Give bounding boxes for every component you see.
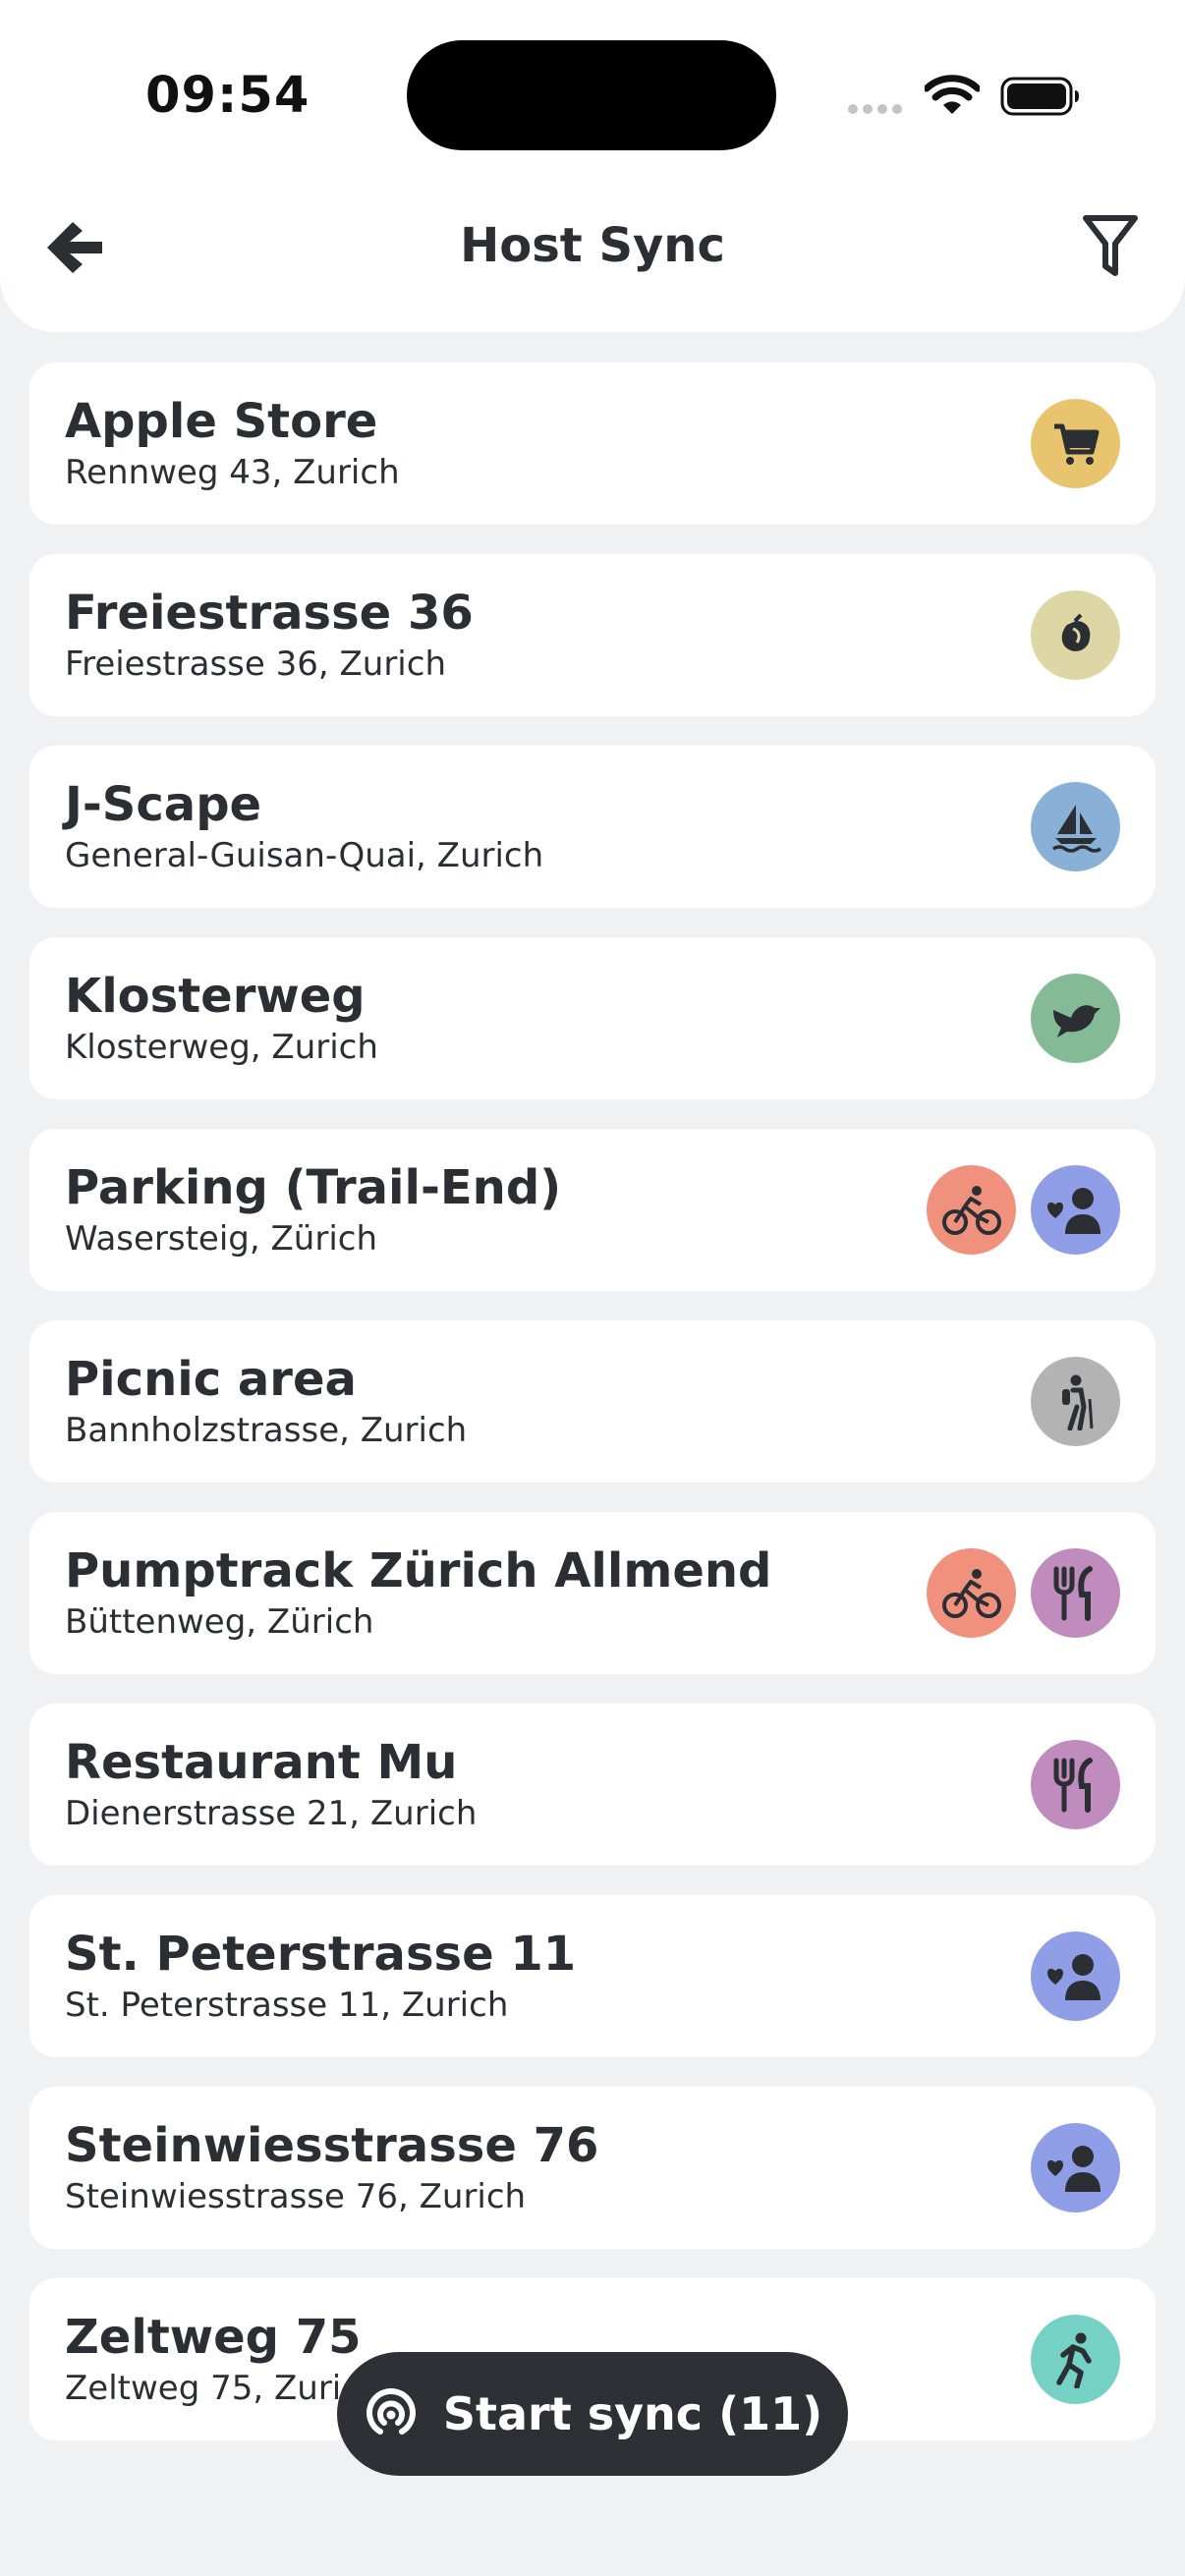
location-name: Parking (Trail-End): [65, 1160, 562, 1215]
location-address: Wasersteig, Zürich: [65, 1219, 378, 1259]
start-sync-label: Start sync (11): [442, 2387, 823, 2440]
cart-icon: [1031, 399, 1120, 488]
category-icons: [1031, 782, 1120, 871]
location-address: Büttenweg, Zürich: [65, 1602, 374, 1642]
location-address: Rennweg 43, Zurich: [65, 453, 400, 492]
filter-icon: [1083, 215, 1138, 276]
location-name: Klosterweg: [65, 969, 366, 1024]
sailboat-icon: [1031, 782, 1120, 871]
location-name: J-Scape: [65, 777, 262, 832]
location-address: Steinwiesstrasse 76, Zurich: [65, 2177, 527, 2216]
location-card[interactable]: Freiestrasse 36 Freiestrasse 36, Zurich: [29, 554, 1156, 716]
location-card[interactable]: Restaurant Mu Dienerstrasse 21, Zurich: [29, 1704, 1156, 1866]
location-address: General-Guisan-Quai, Zurich: [65, 836, 544, 875]
category-icons: [927, 1165, 1120, 1255]
battery-icon: [1000, 77, 1079, 116]
location-name: Pumptrack Zürich Allmend: [65, 1543, 772, 1598]
location-address: St. Peterstrasse 11, Zurich: [65, 1986, 509, 2025]
category-icons: [1031, 399, 1120, 488]
location-card[interactable]: St. Peterstrasse 11 St. Peterstrasse 11, …: [29, 1895, 1156, 2057]
bicycle-icon: [927, 1548, 1016, 1638]
fork-knife-icon: [1031, 1548, 1120, 1638]
location-name: Apple Store: [65, 394, 378, 449]
host-heart-icon: [1031, 2123, 1120, 2212]
filter-button[interactable]: [1073, 206, 1148, 285]
category-icons: [927, 1548, 1120, 1638]
page-title: Host Sync: [460, 218, 725, 273]
category-icons: [1031, 1740, 1120, 1829]
location-address: Zeltweg 75, Zurich: [65, 2369, 381, 2408]
location-address: Freiestrasse 36, Zurich: [65, 644, 446, 684]
category-icons: [1031, 1932, 1120, 2021]
location-name: Restaurant Mu: [65, 1735, 458, 1790]
location-name: Zeltweg 75: [65, 2310, 362, 2365]
runner-icon: [1031, 2315, 1120, 2404]
broadcast-icon: [366, 2387, 416, 2435]
location-card[interactable]: Picnic area Bannholzstrasse, Zurich: [29, 1320, 1156, 1483]
location-card[interactable]: J-Scape General-Guisan-Quai, Zurich: [29, 746, 1156, 908]
category-icons: [1031, 974, 1120, 1063]
bicycle-icon: [927, 1165, 1016, 1255]
location-card[interactable]: Parking (Trail-End) Wasersteig, Zürich: [29, 1129, 1156, 1291]
cellular-signal-icon: [848, 104, 902, 114]
location-name: St. Peterstrasse 11: [65, 1927, 577, 1982]
wifi-icon: [925, 75, 980, 114]
location-card[interactable]: Klosterweg Klosterweg, Zurich: [29, 937, 1156, 1099]
seed-icon: [1031, 590, 1120, 680]
category-icons: [1031, 590, 1120, 680]
location-address: Bannholzstrasse, Zurich: [65, 1411, 468, 1450]
location-card[interactable]: Apple Store Rennweg 43, Zurich: [29, 363, 1156, 525]
location-card[interactable]: Pumptrack Zürich Allmend Büttenweg, Züric…: [29, 1512, 1156, 1674]
location-list: Apple Store Rennweg 43, Zurich Freiestrass…: [29, 363, 1156, 2470]
location-name: Freiestrasse 36: [65, 586, 474, 641]
bird-icon: [1031, 974, 1120, 1063]
status-bar-time: 09:54: [145, 67, 310, 125]
category-icons: [1031, 2123, 1120, 2212]
dynamic-island: [407, 40, 776, 150]
host-heart-icon: [1031, 1932, 1120, 2021]
category-icons: [1031, 2315, 1120, 2404]
hiker-icon: [1031, 1357, 1120, 1446]
category-icons: [1031, 1357, 1120, 1446]
header: 09:54 Host Sync: [0, 0, 1185, 332]
location-address: Klosterweg, Zurich: [65, 1028, 378, 1067]
location-address: Dienerstrasse 21, Zurich: [65, 1794, 478, 1833]
start-sync-button[interactable]: Start sync (11): [337, 2352, 848, 2476]
host-heart-icon: [1031, 1165, 1120, 1255]
location-card[interactable]: Steinwiesstrasse 76 Steinwiesstrasse 76, …: [29, 2087, 1156, 2249]
location-name: Steinwiesstrasse 76: [65, 2118, 599, 2173]
fork-knife-icon: [1031, 1740, 1120, 1829]
host-sync-screen: 09:54 Host Sync Apple Store Rennweg 43, …: [0, 0, 1185, 2576]
location-name: Picnic area: [65, 1352, 357, 1407]
